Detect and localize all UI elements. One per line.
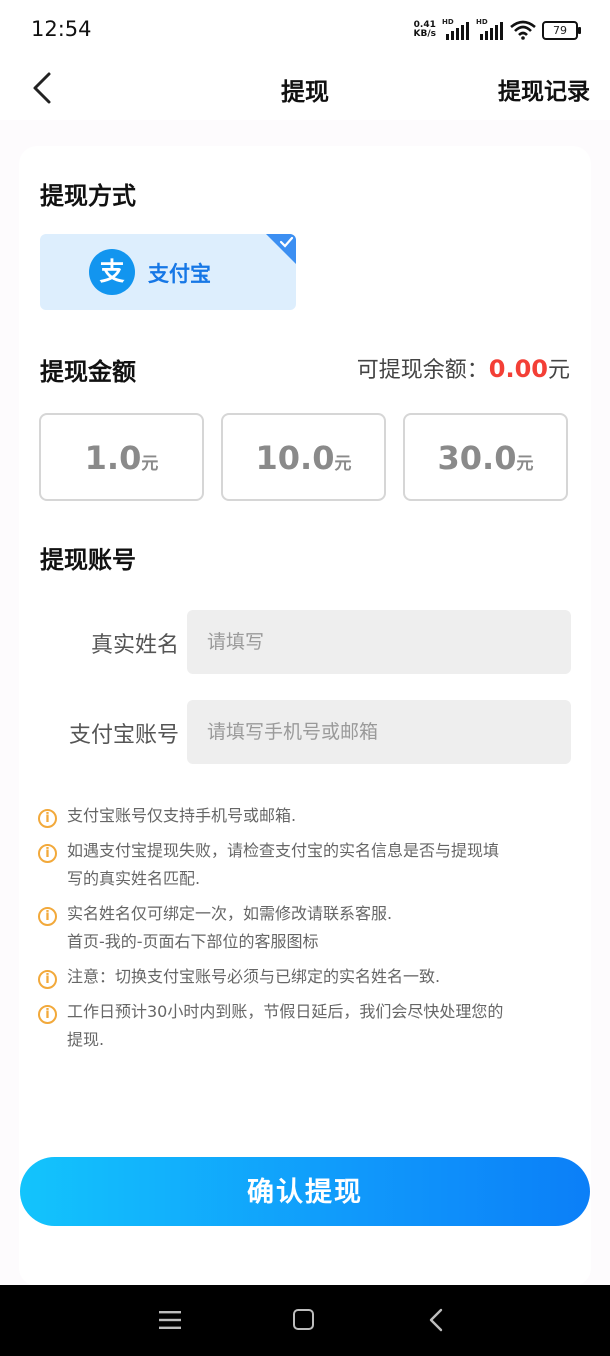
- amount-option-2[interactable]: 10.0元: [221, 413, 386, 501]
- info-icon: i: [38, 907, 57, 926]
- info-icon: i: [38, 1005, 57, 1024]
- alipay-logo-icon: 支: [89, 249, 135, 295]
- info-icon: i: [38, 844, 57, 863]
- info-icon: i: [38, 809, 57, 828]
- method-section-title: 提现方式: [40, 182, 136, 210]
- real-name-input[interactable]: [187, 610, 571, 674]
- status-icons: 0.41 KB/s HD HD 79: [413, 17, 581, 43]
- confirm-withdraw-button[interactable]: 确认提现: [20, 1157, 590, 1226]
- signal-icon: HD: [442, 18, 470, 40]
- amount-option-3[interactable]: 30.0元: [403, 413, 568, 501]
- note-item: i 如遇支付宝提现失败，请检查支付宝的实名信息是否与提现填 写的真实姓名匹配.: [38, 841, 568, 893]
- home-icon[interactable]: [293, 1309, 314, 1330]
- system-back-icon[interactable]: [428, 1308, 444, 1332]
- signal-icon-2: HD: [476, 18, 504, 40]
- recent-apps-icon[interactable]: [159, 1310, 181, 1330]
- withdraw-record-link[interactable]: 提现记录: [498, 72, 590, 106]
- system-nav-bar: [0, 1285, 610, 1356]
- status-time: 12:54: [31, 17, 92, 41]
- notes-list: i 支付宝账号仅支持手机号或邮箱. i 如遇支付宝提现失败，请检查支付宝的实名信…: [38, 806, 568, 1065]
- amount-option-1[interactable]: 1.0元: [39, 413, 204, 501]
- withdraw-card: 提现方式 支 支付宝 提现金额 可提现余额：0.00元 1.0元 10.0元 3…: [19, 146, 591, 1286]
- note-item: i 工作日预计30小时内到账，节假日延后，我们会尽快处理您的 提现.: [38, 1002, 568, 1054]
- note-item: i 实名姓名仅可绑定一次，如需修改请联系客服. 首页-我的-页面右下部位的客服图…: [38, 904, 568, 956]
- balance-value: 0.00: [488, 355, 548, 383]
- real-name-label: 真实姓名: [90, 633, 179, 658]
- alipay-account-input[interactable]: [187, 700, 571, 764]
- alipay-method-option[interactable]: 支 支付宝: [40, 234, 296, 310]
- network-speed: 0.41 KB/s: [413, 20, 436, 39]
- battery-icon: 79: [542, 20, 581, 40]
- alipay-account-label: 支付宝账号: [68, 723, 179, 748]
- account-section-title: 提现账号: [40, 546, 136, 574]
- note-item: i 支付宝账号仅支持手机号或邮箱.: [38, 806, 568, 830]
- amount-section-title: 提现金额: [40, 358, 136, 386]
- info-icon: i: [38, 970, 57, 989]
- available-balance: 可提现余额：0.00元: [356, 355, 570, 383]
- status-bar: 12:54 0.41 KB/s HD HD 79: [0, 0, 610, 58]
- wifi-icon: [510, 20, 536, 40]
- note-item: i 注意：切换支付宝账号必须与已绑定的实名姓名一致.: [38, 967, 568, 991]
- selected-check-icon: [266, 234, 296, 264]
- alipay-method-label: 支付宝: [148, 262, 211, 286]
- nav-bar: 提现 提现记录: [0, 58, 610, 120]
